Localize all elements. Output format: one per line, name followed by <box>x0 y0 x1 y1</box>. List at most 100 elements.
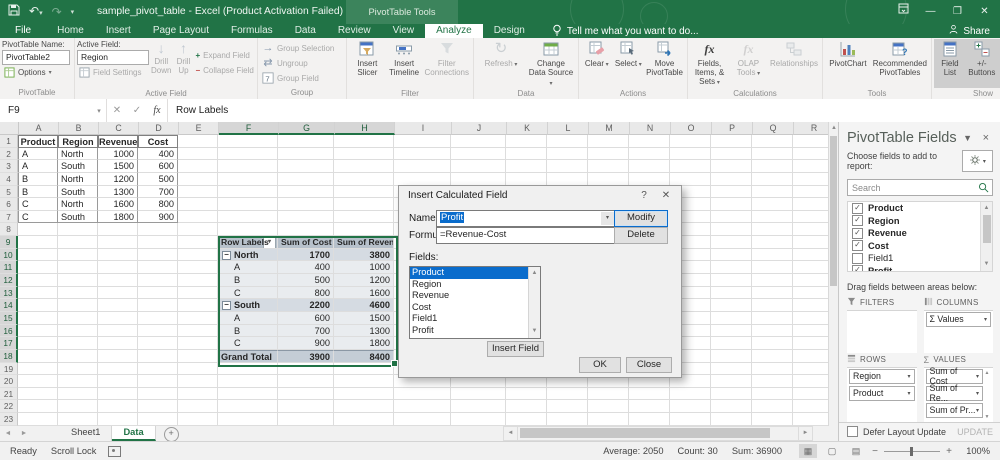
grid-cell[interactable]: 4600 <box>334 299 394 312</box>
grid-cell[interactable] <box>18 350 58 363</box>
product-field-chip[interactable]: Product▾ <box>849 386 915 401</box>
row-header-4[interactable]: 4 <box>0 173 18 186</box>
row-header-20[interactable]: 20 <box>0 375 18 388</box>
defer-layout-checkbox[interactable] <box>847 426 858 437</box>
grid-cell[interactable] <box>18 312 58 325</box>
filters-area[interactable] <box>847 310 917 353</box>
grid-cell[interactable] <box>793 236 828 249</box>
grid-cell[interactable] <box>58 274 98 287</box>
grid-cell[interactable]: Cost <box>138 135 178 148</box>
grid-cell[interactable] <box>752 274 793 287</box>
field-list-scrollbar[interactable]: ▲ ▼ <box>980 202 992 271</box>
grid-cell[interactable]: 800 <box>278 287 334 300</box>
grid-cell[interactable] <box>278 173 334 186</box>
sheet-nav-left-icon[interactable]: ◄ <box>0 426 16 441</box>
grid-cell[interactable]: C <box>218 287 278 300</box>
buttons-button[interactable]: +/- Buttons <box>966 39 998 88</box>
grid-cell[interactable] <box>18 249 58 262</box>
zoom-level[interactable]: 100% <box>956 446 990 456</box>
grid-cell[interactable]: B <box>18 173 58 186</box>
grid-cell[interactable] <box>394 173 451 186</box>
grid-cell[interactable]: 1800 <box>98 211 138 224</box>
grid-cell[interactable] <box>18 287 58 300</box>
field-checkbox-item[interactable]: ✓Region <box>848 215 992 228</box>
grid-cell[interactable]: Revenue <box>98 135 138 148</box>
grid-cell[interactable] <box>711 363 752 376</box>
tab-data[interactable]: Data <box>284 24 327 38</box>
grid-cell[interactable] <box>752 173 793 186</box>
insert-function-icon[interactable]: fx <box>147 105 167 116</box>
scroll-up-icon[interactable]: ▲ <box>529 268 540 279</box>
grid-cell[interactable] <box>98 274 138 287</box>
grid-cell[interactable]: North <box>58 198 98 211</box>
grid-cell[interactable] <box>752 211 793 224</box>
grid-cell[interactable] <box>451 160 506 173</box>
grid-cell[interactable] <box>218 413 278 426</box>
formula-bar-content[interactable]: Row Labels <box>168 105 228 116</box>
values-scrollbar[interactable]: ▲▼ <box>983 369 991 421</box>
grid-cell[interactable] <box>752 198 793 211</box>
grid-cell[interactable] <box>278 198 334 211</box>
customize-quick-access-icon[interactable]: ▾ <box>71 8 75 16</box>
grid-cell[interactable] <box>98 337 138 350</box>
grid-cell[interactable]: A <box>218 312 278 325</box>
grid-cell[interactable] <box>98 388 138 401</box>
grid-cell[interactable] <box>138 274 178 287</box>
grid-cell[interactable]: 1000 <box>334 261 394 274</box>
grid-cell[interactable] <box>18 375 58 388</box>
insert-timeline-button[interactable]: Insert Timeline <box>386 39 423 88</box>
grid-cell[interactable] <box>18 299 58 312</box>
grid-cell[interactable] <box>752 261 793 274</box>
grid-cell[interactable]: 500 <box>138 173 178 186</box>
grid-cell[interactable] <box>334 375 394 388</box>
share-button[interactable]: Share <box>948 24 990 38</box>
pivotchart-button[interactable]: PivotChart <box>825 39 871 88</box>
grid-cell[interactable] <box>547 400 588 413</box>
grid-cell[interactable] <box>588 388 629 401</box>
grid-cell[interactable] <box>178 160 218 173</box>
grid-cell[interactable] <box>138 400 178 413</box>
grid-cell[interactable] <box>334 363 394 376</box>
field-list-item[interactable]: Revenue <box>410 290 540 302</box>
grid-cell[interactable] <box>278 135 334 148</box>
field-list-item[interactable]: Region <box>410 279 540 291</box>
sum-of-pr-field-chip[interactable]: Sum of Pr...▾ <box>926 403 984 418</box>
grid-cell[interactable] <box>58 287 98 300</box>
grid-cell[interactable]: North <box>58 173 98 186</box>
grid-cell[interactable] <box>178 287 218 300</box>
grid-cell[interactable] <box>711 223 752 236</box>
scroll-left-icon[interactable]: ◄ <box>503 426 518 441</box>
grid-cell[interactable] <box>752 363 793 376</box>
combo-dropdown-icon[interactable]: ▾ <box>601 212 614 225</box>
grid-cell[interactable]: C <box>18 198 58 211</box>
grid-cell[interactable] <box>334 198 394 211</box>
row-header-14[interactable]: 14 <box>0 299 18 312</box>
values-field-chip[interactable]: Σ Values▾ <box>926 312 992 327</box>
grid-cell[interactable] <box>18 400 58 413</box>
tab-formulas[interactable]: Formulas <box>220 24 284 38</box>
row-header-21[interactable]: 21 <box>0 388 18 401</box>
grid-cell[interactable] <box>18 236 58 249</box>
row-header-2[interactable]: 2 <box>0 148 18 161</box>
grid-cell[interactable] <box>138 249 178 262</box>
name-box-dropdown-icon[interactable]: ▾ <box>92 107 106 115</box>
grid-cell[interactable] <box>394 148 451 161</box>
redo-icon[interactable]: ↷ <box>52 2 62 22</box>
grid-cell[interactable] <box>178 337 218 350</box>
grid-cell[interactable] <box>670 388 711 401</box>
grid-cell[interactable]: B <box>218 325 278 338</box>
grid-cell[interactable] <box>58 400 98 413</box>
row-header-15[interactable]: 15 <box>0 312 18 325</box>
grid-cell[interactable]: South <box>58 211 98 224</box>
grid-cell[interactable]: A <box>218 261 278 274</box>
column-header-f[interactable]: F <box>219 122 279 135</box>
active-field-input[interactable]: Region <box>77 50 149 65</box>
field-list-item[interactable]: Product <box>410 267 540 279</box>
row-header-9[interactable]: 9 <box>0 236 18 249</box>
grid-cell[interactable] <box>711 173 752 186</box>
grid-cell[interactable] <box>451 148 506 161</box>
column-header-o[interactable]: O <box>671 122 712 135</box>
grid-cell[interactable]: Region <box>58 135 98 148</box>
grid-cell[interactable] <box>178 413 218 426</box>
grid-cell[interactable] <box>752 400 793 413</box>
